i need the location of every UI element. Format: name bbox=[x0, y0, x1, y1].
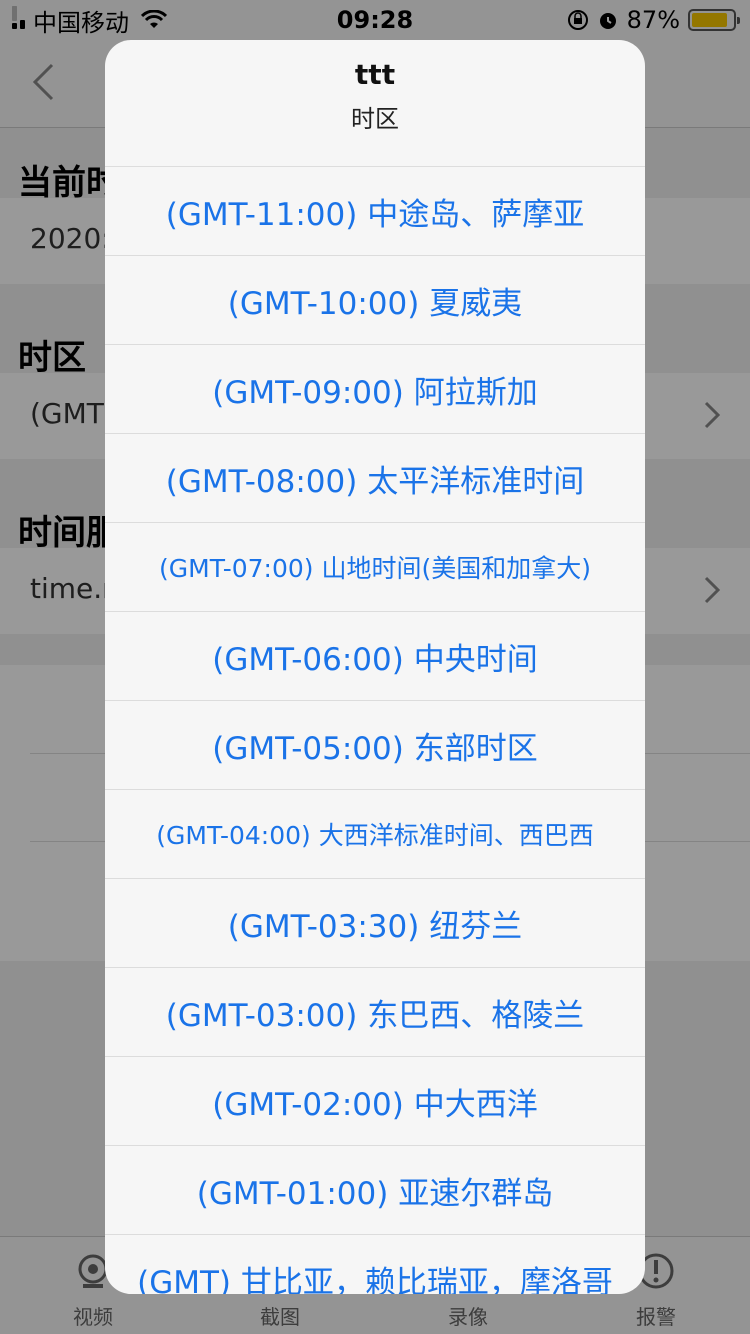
timezone-option[interactable]: (GMT-04:00) 大西洋标准时间、西巴西 bbox=[105, 790, 645, 879]
timezone-option-list: (GMT-11:00) 中途岛、萨摩亚 (GMT-10:00) 夏威夷 (GMT… bbox=[105, 167, 645, 1294]
timezone-option[interactable]: (GMT-05:00) 东部时区 bbox=[105, 701, 645, 790]
timezone-option[interactable]: (GMT-02:00) 中大西洋 bbox=[105, 1057, 645, 1146]
timezone-option[interactable]: (GMT-03:30) 纽芬兰 bbox=[105, 879, 645, 968]
timezone-option[interactable]: (GMT-06:00) 中央时间 bbox=[105, 612, 645, 701]
timezone-option[interactable]: (GMT-07:00) 山地时间(美国和加拿大) bbox=[105, 523, 645, 612]
timezone-option[interactable]: (GMT-11:00) 中途岛、萨摩亚 bbox=[105, 167, 645, 256]
timezone-option[interactable]: (GMT) 甘比亚，赖比瑞亚，摩洛哥 bbox=[105, 1235, 645, 1295]
timezone-option[interactable]: (GMT-03:00) 东巴西、格陵兰 bbox=[105, 968, 645, 1057]
timezone-option[interactable]: (GMT-09:00) 阿拉斯加 bbox=[105, 345, 645, 434]
timezone-option[interactable]: (GMT-08:00) 太平洋标准时间 bbox=[105, 434, 645, 523]
sheet-title: ttt bbox=[354, 58, 396, 91]
sheet-header: ttt 时区 bbox=[105, 40, 645, 167]
timezone-option[interactable]: (GMT-01:00) 亚速尔群岛 bbox=[105, 1146, 645, 1235]
timezone-picker-sheet: ttt 时区 (GMT-11:00) 中途岛、萨摩亚 (GMT-10:00) 夏… bbox=[105, 40, 645, 1294]
timezone-option[interactable]: (GMT-10:00) 夏威夷 bbox=[105, 256, 645, 345]
sheet-subtitle: 时区 bbox=[351, 105, 399, 133]
